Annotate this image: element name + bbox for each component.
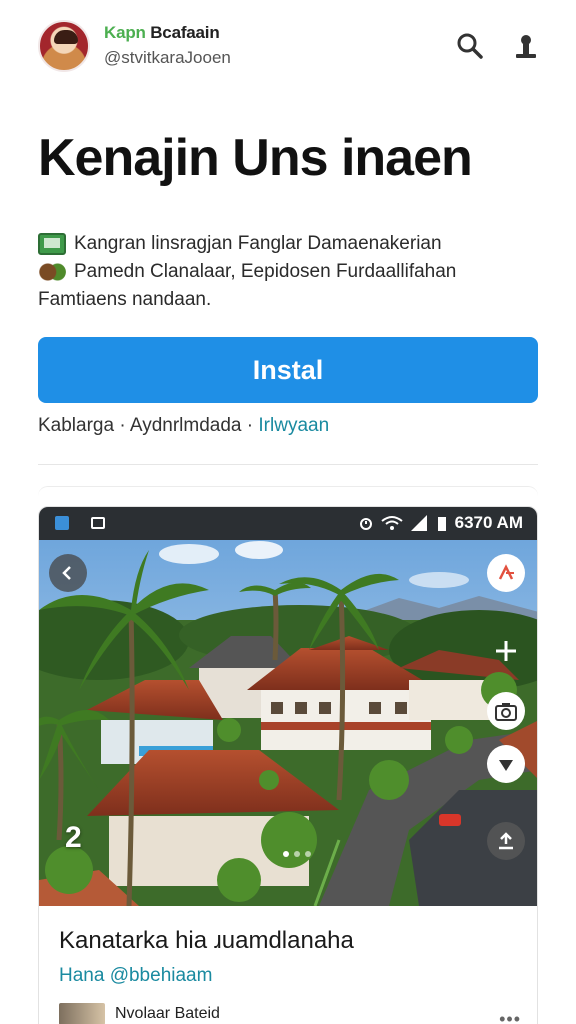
camera-icon xyxy=(495,703,517,721)
more-options-button[interactable]: ••• xyxy=(499,1009,521,1024)
description-text: Famtiaens nandaan. xyxy=(38,289,212,310)
carousel-dot[interactable] xyxy=(283,851,289,857)
author-name: Nvolaar Bateid xyxy=(115,1005,220,1022)
share-button[interactable] xyxy=(487,554,525,592)
user-name-accent: Kapn xyxy=(104,23,146,42)
alarm-icon xyxy=(359,518,372,530)
app-meta: Kablarga · Aydnrlmdada · Irlwyaan xyxy=(38,415,329,437)
description-text: Kangran linsragjan Fanglar Damaenakerian xyxy=(74,233,442,254)
description-line: Kangran linsragjan Fanglar Damaenakerian xyxy=(38,230,538,258)
author-thumbnail xyxy=(59,1003,105,1024)
person-icon[interactable] xyxy=(510,30,542,62)
status-right: 6370 AM xyxy=(359,513,523,533)
meta-text: Kablarga · Aydnrlmdada · xyxy=(38,415,259,436)
carousel-dots[interactable] xyxy=(283,851,311,857)
notification-icon xyxy=(55,516,69,530)
carousel-dot[interactable] xyxy=(294,851,300,857)
wifi-icon xyxy=(381,516,403,530)
add-button[interactable] xyxy=(487,632,525,670)
description-line: Famtiaens nandaan. xyxy=(38,286,538,314)
user-name-rest: Bcafaain xyxy=(150,23,220,42)
post-title: Kanatarka hia ɹuamdlanaha xyxy=(59,927,354,954)
search-icon[interactable] xyxy=(454,30,486,62)
post-handle[interactable]: Hana @bbehiaam xyxy=(59,965,212,987)
divider xyxy=(38,464,538,465)
navigate-button[interactable] xyxy=(487,745,525,783)
card-stack-edge xyxy=(38,486,538,498)
share-icon xyxy=(498,564,514,580)
upload-button[interactable] xyxy=(487,822,525,860)
navigation-arrow-icon xyxy=(499,760,513,771)
camera-button[interactable] xyxy=(487,692,525,730)
signal-icon xyxy=(410,515,427,531)
image-counter: 2 xyxy=(65,821,82,854)
description-text: Pamedn Clanalaar, Eepidosen Furdaallifah… xyxy=(74,261,457,282)
battery-icon xyxy=(437,517,446,531)
screenshot-card[interactable]: 6370 AM 2 Kanatarka hia ɹuamdlanaha Hana… xyxy=(38,506,538,1024)
app-description: Kangran linsragjan Fanglar Damaenakerian… xyxy=(38,230,538,314)
status-time: 6370 AM xyxy=(454,513,523,532)
author-row[interactable]: Nvolaar Bateid xyxy=(59,1003,220,1024)
avatar[interactable] xyxy=(38,20,90,72)
upload-icon xyxy=(499,832,513,850)
chevron-left-icon xyxy=(62,566,71,580)
meta-link[interactable]: Irlwyaan xyxy=(258,415,329,436)
carousel-dot[interactable] xyxy=(305,851,311,857)
header: Kapn Bcafaain @stvitkaraJooen xyxy=(38,20,542,80)
install-button[interactable]: Instal xyxy=(38,337,538,403)
leaf-icon xyxy=(38,261,66,283)
user-name: Kapn Bcafaain xyxy=(104,23,220,43)
description-line: Pamedn Clanalaar, Eepidosen Furdaallifah… xyxy=(38,258,538,286)
back-button[interactable] xyxy=(49,554,87,592)
app-detail-page: Kapn Bcafaain @stvitkaraJooen Kenajin Un… xyxy=(0,0,576,1024)
user-handle: @stvitkaraJooen xyxy=(104,48,231,67)
status-bar: 6370 AM xyxy=(39,507,537,540)
app-title: Kenajin Uns inaen xyxy=(38,129,473,187)
message-icon xyxy=(91,517,105,529)
monitor-icon xyxy=(38,233,66,255)
plus-icon xyxy=(496,641,516,661)
